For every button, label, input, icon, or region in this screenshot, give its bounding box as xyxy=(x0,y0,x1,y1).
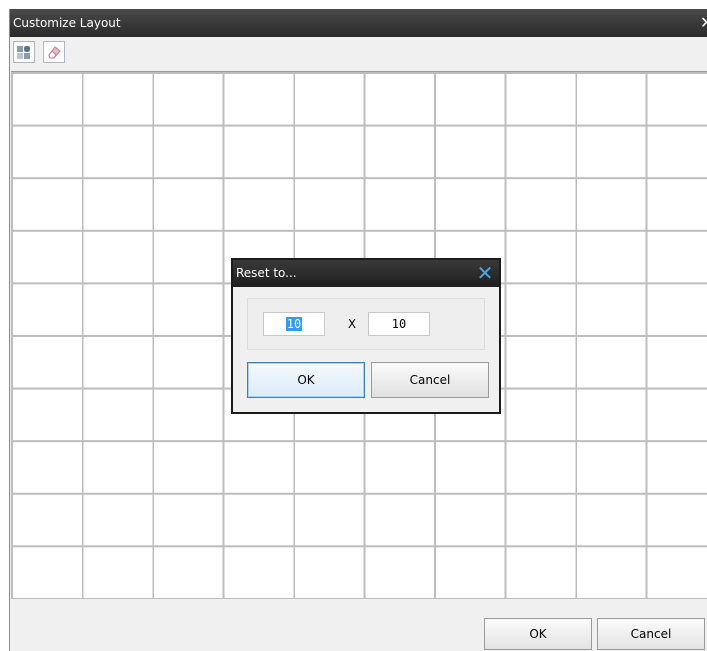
grid-size-panel: 10 X 10 xyxy=(247,298,485,350)
size-separator: X xyxy=(347,317,357,331)
columns-input[interactable]: 10 xyxy=(263,312,325,336)
cancel-button[interactable]: Cancel xyxy=(597,618,705,650)
rows-value: 10 xyxy=(391,317,407,331)
reset-grid-icon xyxy=(17,46,30,59)
toolbar xyxy=(10,37,707,71)
footer: OK Cancel xyxy=(10,599,707,651)
window-titlebar[interactable]: Customize Layout ✕ xyxy=(10,9,707,37)
dialog-title: Reset to... xyxy=(236,266,297,280)
window-close-icon[interactable]: ✕ xyxy=(700,9,707,37)
dialog-cancel-button[interactable]: Cancel xyxy=(371,362,489,398)
rows-input[interactable]: 10 xyxy=(368,312,430,336)
dialog-ok-button[interactable]: OK xyxy=(247,362,365,398)
reset-grid-button[interactable] xyxy=(13,41,35,63)
dialog-close-icon[interactable]: ✕ xyxy=(475,263,495,283)
window-title: Customize Layout xyxy=(13,16,121,30)
dialog-titlebar[interactable]: Reset to... ✕ xyxy=(233,260,499,287)
columns-value: 10 xyxy=(285,317,303,331)
eraser-button[interactable] xyxy=(43,41,65,63)
reset-to-dialog: Reset to... ✕ 10 X 10 OK Cancel xyxy=(231,258,501,414)
ok-button[interactable]: OK xyxy=(484,618,592,650)
eraser-icon xyxy=(48,46,61,59)
